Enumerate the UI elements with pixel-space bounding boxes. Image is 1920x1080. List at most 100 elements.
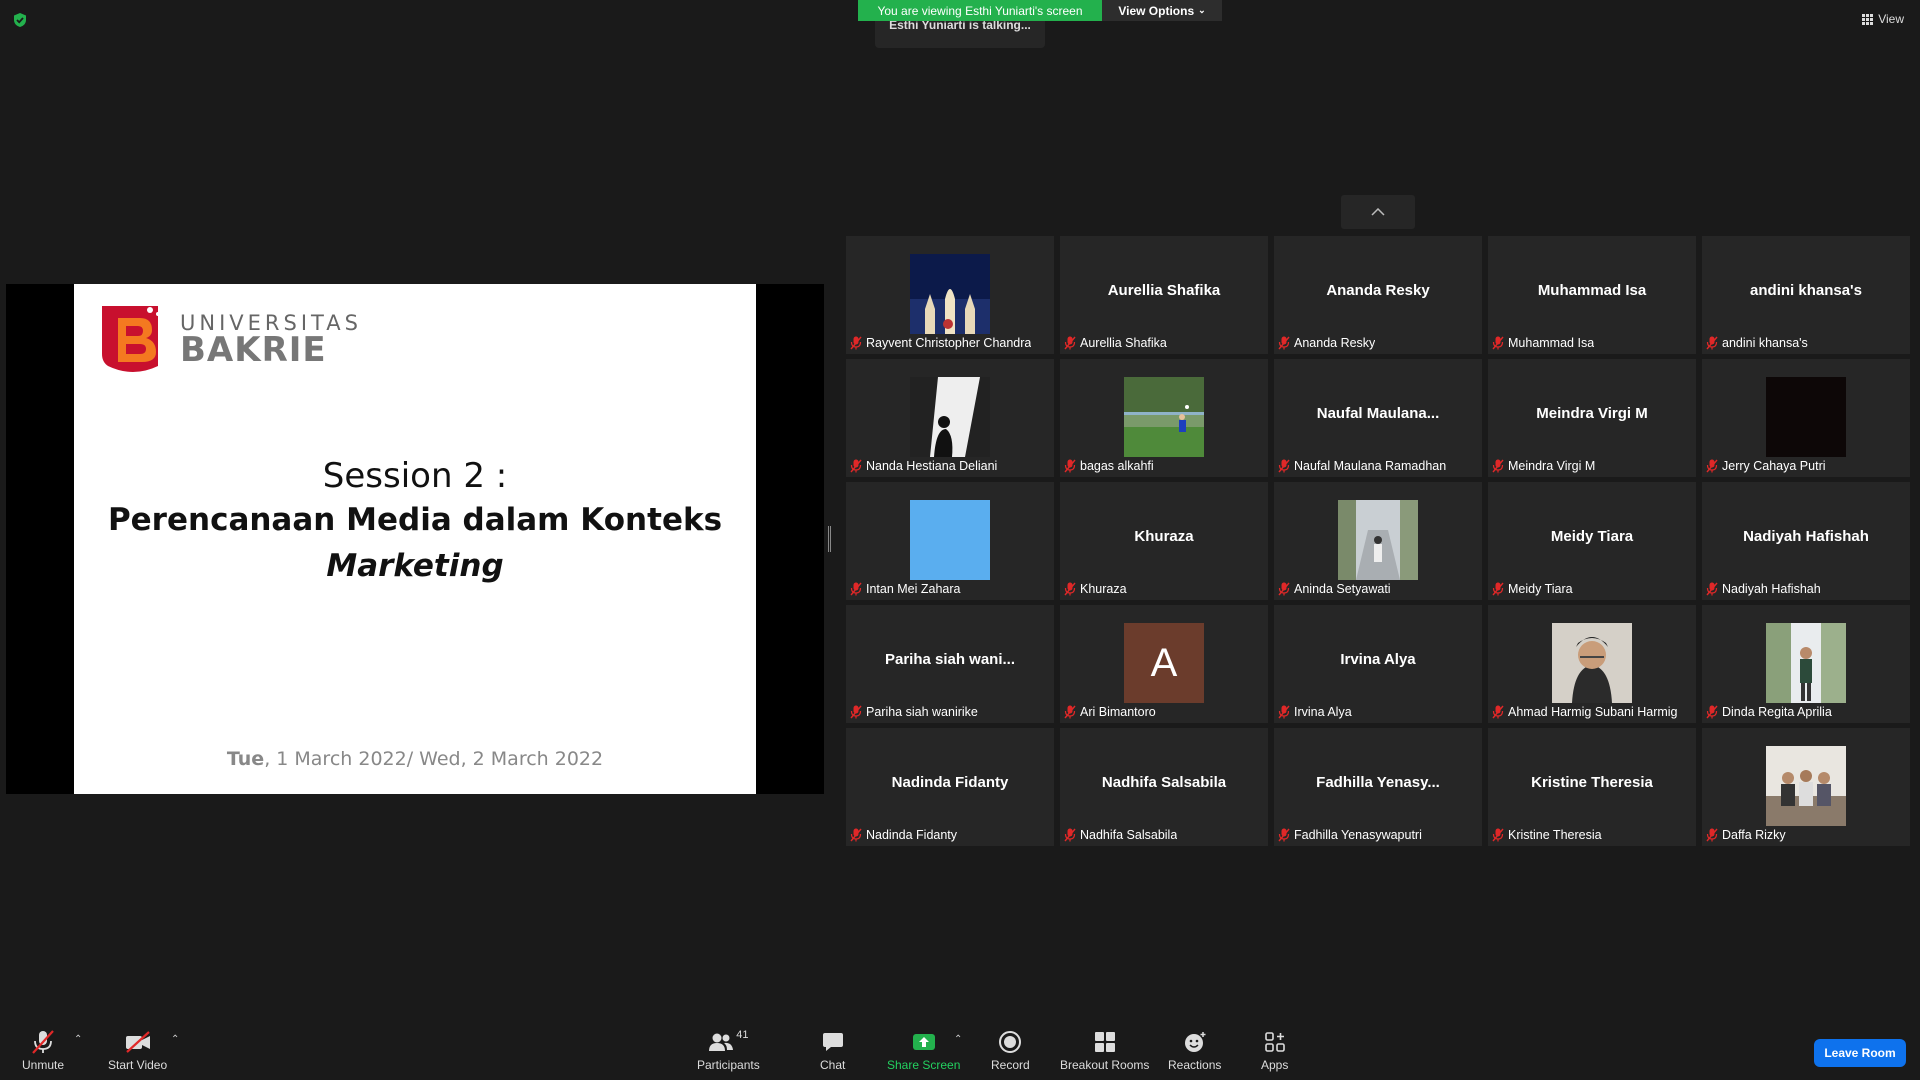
participant-name-label: Nadiyah Hafishah xyxy=(1706,580,1821,598)
participant-name: Daffa Rizky xyxy=(1722,828,1786,842)
participant-tile[interactable]: Ahmad Harmig Subani Harmig xyxy=(1488,605,1696,723)
participant-tile[interactable]: Intan Mei Zahara xyxy=(846,482,1054,600)
participant-tile[interactable]: andini khansa's andini khansa's xyxy=(1702,236,1910,354)
leave-room-button[interactable]: Leave Room xyxy=(1814,1039,1906,1067)
participant-photo xyxy=(1766,746,1846,826)
participant-name-label: Dinda Regita Aprilia xyxy=(1706,703,1832,721)
participant-name-label: Jerry Cahaya Putri xyxy=(1706,457,1826,475)
participant-tile[interactable]: Ananda Resky Ananda Resky xyxy=(1274,236,1482,354)
share-screen-button[interactable]: Share Screen xyxy=(887,1030,960,1072)
participants-icon xyxy=(709,1033,734,1051)
mic-muted-icon xyxy=(1278,459,1290,473)
participant-tile[interactable]: Nadinda Fidanty Nadinda Fidanty xyxy=(846,728,1054,846)
participant-tile[interactable]: Kristine Theresia Kristine Theresia xyxy=(1488,728,1696,846)
audio-options-caret-icon[interactable]: ⌃ xyxy=(74,1034,82,1045)
participant-name-display: Khuraza xyxy=(1134,528,1194,545)
video-options-caret-icon[interactable]: ⌃ xyxy=(171,1034,179,1045)
participant-tile[interactable]: Irvina Alya Irvina Alya xyxy=(1274,605,1482,723)
slide-subtitle: Marketing xyxy=(326,548,504,584)
participant-name-label: Aninda Setyawati xyxy=(1278,580,1391,598)
mic-muted-icon xyxy=(1064,705,1076,719)
chat-label: Chat xyxy=(820,1058,846,1072)
start-video-button[interactable]: Start Video xyxy=(108,1030,167,1072)
participant-name: Ahmad Harmig Subani Harmig xyxy=(1508,705,1678,719)
participant-tile[interactable]: bagas alkahfi xyxy=(1060,359,1268,477)
slide-date-day: Tue xyxy=(226,748,265,770)
chevron-down-icon: ⌄ xyxy=(1198,5,1206,15)
participant-tile[interactable]: Daffa Rizky xyxy=(1702,728,1910,846)
mic-muted-icon xyxy=(1064,582,1076,596)
participant-name-label: Daffa Rizky xyxy=(1706,826,1786,844)
participant-tile[interactable]: Fadhilla Yenasy... Fadhilla Yenasywaputri xyxy=(1274,728,1482,846)
participants-button[interactable]: 41 Participants xyxy=(697,1029,760,1072)
participant-tile[interactable]: Muhammad Isa Muhammad Isa xyxy=(1488,236,1696,354)
unmute-button[interactable]: Unmute xyxy=(22,1030,64,1072)
participant-photo xyxy=(910,500,990,580)
shared-screen[interactable]: UNIVERSITAS BAKRIE Session 2 : Perencana… xyxy=(6,284,824,794)
participant-tile[interactable]: Rayvent Christopher Chandra xyxy=(846,236,1054,354)
participant-name-display: Nadiyah Hafishah xyxy=(1743,528,1869,545)
participant-name-label: bagas alkahfi xyxy=(1064,457,1154,475)
mic-muted-icon xyxy=(32,1030,54,1054)
participant-tile[interactable]: Meindra Virgi M Meindra Virgi M xyxy=(1488,359,1696,477)
participant-name: Khuraza xyxy=(1080,582,1127,596)
participant-tile[interactable]: Nadiyah Hafishah Nadiyah Hafishah xyxy=(1702,482,1910,600)
participant-photo xyxy=(1766,377,1846,457)
zoom-meeting-window: Esthi Yuniarti is talking... You are vie… xyxy=(0,0,1920,1080)
participant-tile[interactable]: Nadhifa Salsabila Nadhifa Salsabila xyxy=(1060,728,1268,846)
participant-name: Kristine Theresia xyxy=(1508,828,1602,842)
chat-button[interactable]: Chat xyxy=(820,1030,845,1072)
participant-photo xyxy=(910,254,990,334)
smiley-reaction-icon xyxy=(1184,1032,1206,1052)
participant-name-display: Ananda Resky xyxy=(1326,282,1430,299)
mic-muted-icon xyxy=(850,459,862,473)
participant-tile[interactable]: Nanda Hestiana Deliani xyxy=(846,359,1054,477)
participant-name: Meindra Virgi M xyxy=(1508,459,1596,473)
apps-icon xyxy=(1264,1032,1285,1052)
presentation-slide: UNIVERSITAS BAKRIE Session 2 : Perencana… xyxy=(74,284,756,794)
mic-muted-icon xyxy=(850,828,862,842)
participant-name-label: Rayvent Christopher Chandra xyxy=(850,334,1031,352)
mic-muted-icon xyxy=(1064,336,1076,350)
participants-label: Participants xyxy=(697,1058,760,1072)
avatar-letter: A xyxy=(1150,640,1178,685)
participant-tile[interactable]: Meidy Tiara Meidy Tiara xyxy=(1488,482,1696,600)
participant-name-label: Muhammad Isa xyxy=(1492,334,1594,352)
participant-name: Naufal Maulana Ramadhan xyxy=(1294,459,1447,473)
participant-name-label: Nadinda Fidanty xyxy=(850,826,957,844)
share-screen-icon xyxy=(912,1034,935,1050)
participant-name-label: andini khansa's xyxy=(1706,334,1808,352)
participant-name-display: Nadinda Fidanty xyxy=(891,774,1009,791)
chat-bubble-icon xyxy=(822,1033,843,1051)
participant-name: Jerry Cahaya Putri xyxy=(1722,459,1826,473)
split-resize-handle[interactable] xyxy=(828,526,831,552)
view-options-button[interactable]: View Options ⌄ xyxy=(1102,0,1222,21)
mic-muted-icon xyxy=(850,705,862,719)
participant-name-label: Meindra Virgi M xyxy=(1492,457,1595,475)
participant-photo xyxy=(910,377,990,457)
reactions-button[interactable]: Reactions xyxy=(1168,1030,1221,1072)
breakout-rooms-button[interactable]: Breakout Rooms xyxy=(1060,1030,1149,1072)
share-options-caret-icon[interactable]: ⌃ xyxy=(954,1034,962,1045)
participant-name: Meidy Tiara xyxy=(1508,582,1573,596)
mic-muted-icon xyxy=(1064,828,1076,842)
participant-tile[interactable]: Jerry Cahaya Putri xyxy=(1702,359,1910,477)
gallery-page-up-button[interactable] xyxy=(1341,195,1415,229)
record-button[interactable]: Record xyxy=(991,1030,1030,1072)
participant-tile[interactable]: Khuraza Khuraza xyxy=(1060,482,1268,600)
bakrie-logo-mark-icon xyxy=(102,306,160,372)
participant-tile[interactable]: Naufal Maulana... Naufal Maulana Ramadhan xyxy=(1274,359,1482,477)
participant-tile[interactable]: Aurellia Shafika Aurellia Shafika xyxy=(1060,236,1268,354)
participant-name-label: Meidy Tiara xyxy=(1492,580,1573,598)
apps-button[interactable]: Apps xyxy=(1261,1030,1288,1072)
participant-tile[interactable]: A Ari Bimantoro xyxy=(1060,605,1268,723)
encryption-shield-icon[interactable] xyxy=(12,12,28,28)
mic-muted-icon xyxy=(1064,459,1076,473)
view-button[interactable]: View xyxy=(1862,12,1904,26)
mic-muted-icon xyxy=(1706,828,1718,842)
participant-tile[interactable]: Aninda Setyawati xyxy=(1274,482,1482,600)
mic-muted-icon xyxy=(1492,336,1504,350)
participant-tile[interactable]: Dinda Regita Aprilia xyxy=(1702,605,1910,723)
participant-tile[interactable]: Pariha siah wani... Pariha siah wanirike xyxy=(846,605,1054,723)
participant-name-display: andini khansa's xyxy=(1750,282,1862,299)
